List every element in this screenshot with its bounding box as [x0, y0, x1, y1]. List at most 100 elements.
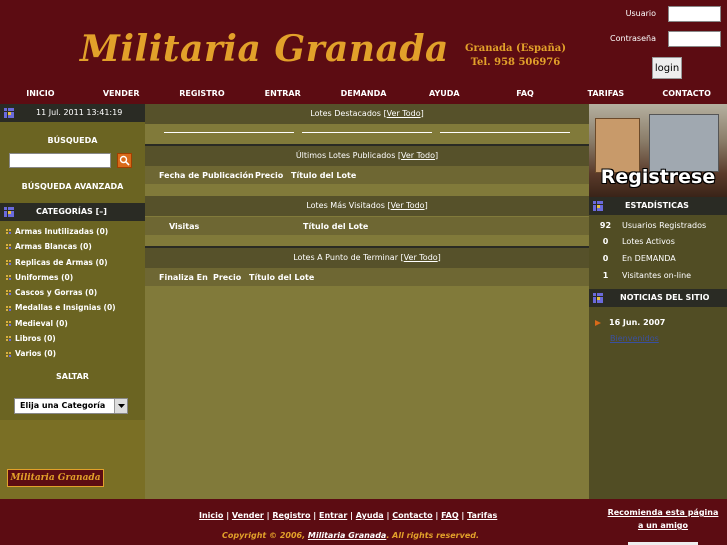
- col-finaliza: Finaliza En: [159, 272, 208, 282]
- col-visitas: Visitas: [169, 221, 200, 231]
- bullet-icon: [6, 290, 11, 296]
- nav-inicio[interactable]: INICIO: [0, 84, 81, 104]
- nav-demanda[interactable]: DEMANDA: [323, 84, 404, 104]
- stat-row: 0 En DEMANDA: [589, 250, 727, 266]
- ending-view-all[interactable]: Ver Todo: [404, 253, 438, 262]
- most-viewed-view-all[interactable]: Ver Todo: [391, 201, 425, 210]
- footer-link-vender[interactable]: Vender: [232, 511, 264, 520]
- footer-logo[interactable]: Militaria Granada: [7, 469, 104, 487]
- grid-icon: [4, 207, 14, 217]
- stat-row: 1 Visitantes on-line: [589, 267, 727, 283]
- featured-slot-line: [302, 132, 432, 133]
- featured-title: Lotes Destacados [Ver Todo]: [145, 104, 589, 124]
- category-item[interactable]: Armas Inutilizadas (0): [6, 224, 144, 239]
- current-datetime: 11 Jul. 2011 13:41:19: [36, 108, 123, 117]
- nav-contacto[interactable]: CONTACTO: [646, 84, 727, 104]
- category-label: Medallas e Insignias (0): [15, 303, 116, 313]
- stat-label: Usuarios Registrados: [622, 220, 707, 230]
- ending-table-header: Finaliza En Precio Título del Lote: [145, 268, 589, 286]
- footer-link-entrar[interactable]: Entrar: [319, 511, 347, 520]
- category-item[interactable]: Cascos y Gorras (0): [6, 285, 144, 300]
- footer-link-faq[interactable]: FAQ: [441, 511, 459, 520]
- category-item[interactable]: Replicas de Armas (0): [6, 255, 144, 270]
- news-bar: NOTICIAS DEL SITIO: [589, 289, 727, 307]
- category-item[interactable]: Medieval (0): [6, 316, 144, 331]
- category-item[interactable]: Uniformes (0): [6, 270, 144, 285]
- category-label: Replicas de Armas (0): [15, 257, 108, 267]
- col-precio: Precio: [255, 170, 284, 180]
- chevron-down-icon[interactable]: [114, 399, 127, 413]
- stat-value: 0: [602, 236, 609, 246]
- stats-bar: ESTADÍSTICAS: [589, 197, 727, 215]
- register-banner[interactable]: Registrese: [589, 104, 727, 197]
- password-input[interactable]: [668, 31, 721, 47]
- advanced-search-link[interactable]: BÚSQUEDA AVANZADA: [0, 182, 145, 191]
- col-precio: Precio: [213, 272, 242, 282]
- nav-entrar[interactable]: ENTRAR: [242, 84, 323, 104]
- footer-link-inicio[interactable]: Inicio: [199, 511, 223, 520]
- footer-link-tarifas[interactable]: Tarifas: [467, 511, 497, 520]
- stat-label: En DEMANDA: [622, 253, 676, 263]
- usuario-label: Usuario: [625, 9, 656, 18]
- category-item[interactable]: Medallas e Insignias (0): [6, 300, 144, 315]
- footer-link-ayuda[interactable]: Ayuda: [356, 511, 384, 520]
- nav-ayuda[interactable]: AYUDA: [404, 84, 485, 104]
- register-banner-text: Registrese: [600, 166, 716, 188]
- stat-label: Lotes Activos: [622, 236, 675, 246]
- bullet-icon: [6, 259, 11, 265]
- arrow-right-icon: [595, 320, 601, 326]
- col-fecha: Fecha de Publicación: [159, 170, 254, 180]
- footer-link-contacto[interactable]: Contacto: [392, 511, 432, 520]
- stat-value: 92: [599, 220, 612, 230]
- stat-row: 92 Usuarios Registrados: [589, 217, 727, 233]
- search-input[interactable]: [9, 153, 111, 168]
- nav-faq[interactable]: FAQ: [485, 84, 566, 104]
- left-sidebar-lower: [0, 420, 145, 499]
- col-titulo: Título del Lote: [303, 221, 369, 231]
- main-nav: INICIO VENDER REGISTRO ENTRAR DEMANDA AY…: [0, 84, 727, 104]
- featured-slot-line: [440, 132, 570, 133]
- bullet-icon: [6, 229, 11, 235]
- category-label: Armas Blancas (0): [15, 242, 92, 252]
- location-phone: Tel. 958 506976: [470, 57, 561, 68]
- bullet-icon: [6, 351, 11, 357]
- most-viewed-title: Lotes Más Visitados [Ver Todo]: [145, 196, 589, 216]
- copyright-link[interactable]: Militaria Granada: [308, 531, 386, 540]
- news-title: NOTICIAS DEL SITIO: [620, 293, 710, 302]
- category-select[interactable]: Elija una Categoría: [14, 398, 128, 414]
- login-button[interactable]: login: [652, 57, 682, 79]
- col-titulo: Título del Lote: [291, 170, 357, 180]
- stats-title: ESTADÍSTICAS: [625, 201, 689, 210]
- col-titulo: Título del Lote: [249, 272, 315, 282]
- site-logo[interactable]: Militaria Granada: [80, 28, 449, 70]
- categories-title: CATEGORÍAS [–]: [36, 207, 107, 216]
- category-select-value: Elija una Categoría: [20, 401, 106, 410]
- stat-row: 0 Lotes Activos: [589, 233, 727, 249]
- category-item[interactable]: Armas Blancas (0): [6, 239, 144, 254]
- category-label: Uniformes (0): [15, 272, 74, 282]
- search-button[interactable]: [117, 153, 132, 168]
- featured-view-all[interactable]: Ver Todo: [387, 109, 421, 118]
- shop-photo: [595, 118, 640, 173]
- ending-title: Lotes A Punto de Terminar [Ver Todo]: [145, 248, 589, 268]
- copyright: Copyright © 2006, Militaria Granada. All…: [222, 531, 480, 540]
- most-viewed-table-header: Visitas Título del Lote: [145, 217, 589, 235]
- categories-bar[interactable]: CATEGORÍAS [–]: [0, 203, 145, 221]
- nav-vender[interactable]: VENDER: [81, 84, 162, 104]
- bullet-icon: [6, 244, 11, 250]
- category-item[interactable]: Libros (0): [6, 331, 144, 346]
- site-header: Militaria Granada Granada (España) Tel. …: [0, 0, 727, 84]
- category-label: Cascos y Gorras (0): [15, 288, 98, 298]
- nav-registro[interactable]: REGISTRO: [162, 84, 243, 104]
- stat-value: 0: [602, 253, 609, 263]
- category-item[interactable]: Varios (0): [6, 346, 144, 361]
- nav-tarifas[interactable]: TARIFAS: [565, 84, 646, 104]
- latest-title: Últimos Lotes Publicados [Ver Todo]: [145, 146, 589, 166]
- news-link[interactable]: Bienvenidos: [610, 334, 659, 343]
- recommend-link[interactable]: Recomienda esta página a un amigo: [607, 506, 719, 532]
- grid-icon: [593, 201, 603, 211]
- usuario-input[interactable]: [668, 6, 721, 22]
- latest-view-all[interactable]: Ver Todo: [401, 151, 435, 160]
- footer-link-registro[interactable]: Registro: [272, 511, 310, 520]
- search-title: BÚSQUEDA: [47, 136, 98, 145]
